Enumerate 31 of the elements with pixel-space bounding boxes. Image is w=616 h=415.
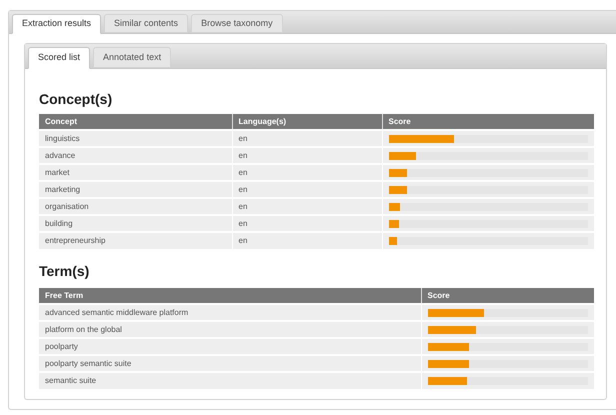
tab[interactable]: Browse taxonomy <box>191 14 283 33</box>
table-cell: marketing <box>45 184 80 194</box>
table-cell: semantic suite <box>45 376 96 385</box>
tab[interactable]: Scored list <box>28 47 90 69</box>
column-header: Language(s) <box>238 116 286 126</box>
tab[interactable]: Annotated text <box>93 47 172 68</box>
section-heading: Concept(s) <box>39 90 114 108</box>
column-header: Concept <box>45 116 77 126</box>
column-header: Free Term <box>45 290 84 300</box>
table-cell: en <box>238 184 248 194</box>
table-cell: en <box>238 236 248 245</box>
table-cell: organisation <box>45 202 89 210</box>
table-cell: en <box>238 202 248 210</box>
column-header: Score <box>428 290 450 300</box>
table-cell: en <box>238 168 248 176</box>
tab[interactable]: Similar contents <box>104 14 188 33</box>
table-cell: en <box>238 218 248 228</box>
section-heading: Term(s) <box>39 262 90 280</box>
table-cell: advance <box>45 150 76 160</box>
table-cell: advanced semantic middleware platform <box>45 308 188 316</box>
table-cell: market <box>45 168 70 176</box>
table-cell: platform on the global <box>45 324 122 334</box>
table-cell: en <box>238 150 248 160</box>
table-cell: poolparty <box>45 342 78 350</box>
table-cell: poolparty semantic suite <box>45 358 132 368</box>
tab[interactable]: Extraction results <box>12 14 102 34</box>
table-cell: linguistics <box>45 134 80 142</box>
table-cell: building <box>45 218 73 228</box>
column-header: Score <box>388 116 411 126</box>
table-cell: en <box>238 134 248 142</box>
table-cell: entrepreneurship <box>45 236 106 245</box>
